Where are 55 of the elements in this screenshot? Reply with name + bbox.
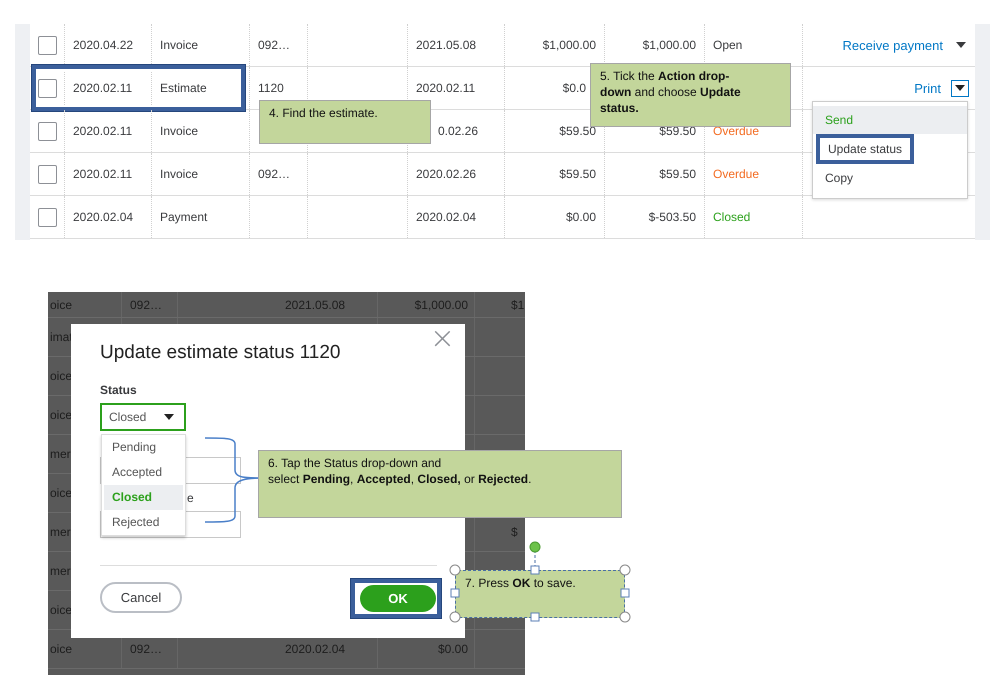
- type-cell: Invoice: [160, 38, 198, 52]
- date-cell: 2020.02.04: [73, 210, 134, 224]
- amount-cell: $1,000.00: [542, 38, 596, 52]
- callout-note: 5. Tick the Action drop-down and choose Update status.: [590, 63, 791, 127]
- amount-cell: $0.0: [562, 81, 586, 95]
- field-label: e: [187, 491, 194, 505]
- date-cell: 2020.02.11: [73, 124, 132, 138]
- table-cell: oice: [50, 369, 72, 383]
- amount-cell: $59.50: [559, 167, 596, 181]
- callout-note: 4. Find the estimate.: [259, 100, 431, 144]
- table-cell: $: [511, 525, 518, 539]
- number-cell: 1120: [258, 81, 284, 95]
- table-cell: oice: [50, 408, 72, 422]
- balance-cell: $-503.50: [648, 210, 696, 224]
- balance-cell: $59.50: [659, 124, 696, 138]
- type-cell: Invoice: [160, 124, 198, 138]
- type-cell: Invoice: [160, 167, 198, 181]
- due-date-cell: 2020.02.04: [416, 210, 476, 224]
- table-cell: oice: [50, 298, 72, 312]
- table-cell: oice: [50, 486, 72, 500]
- table-cell: mer: [50, 447, 71, 461]
- callout-note: 7. Press OK to save.: [455, 570, 625, 618]
- status-cell: Closed: [713, 210, 750, 224]
- number-cell: 092…: [258, 167, 290, 181]
- dialog-title: Update estimate status 1120: [100, 342, 340, 364]
- table-cell: oice: [50, 603, 72, 617]
- table-cell: mer: [50, 564, 71, 578]
- amount-cell: $0.00: [566, 210, 596, 224]
- table-cell: $1,000.00: [414, 298, 468, 312]
- status-cell: Overdue: [713, 167, 760, 181]
- due-date-cell: 2020.02.26: [416, 167, 476, 181]
- table-cell: $0.00: [438, 642, 468, 656]
- table-cell: 092…: [130, 298, 162, 312]
- type-cell: Payment: [160, 210, 208, 224]
- table-cell: $1,: [511, 298, 525, 312]
- amount-cell: $59.50: [559, 124, 596, 138]
- date-cell: 2020.02.11: [73, 167, 132, 181]
- due-date-cell: 2020.02.11: [416, 81, 476, 95]
- balance-cell: $59.50: [659, 167, 696, 181]
- status-cell: Overdue: [713, 124, 760, 138]
- number-cell: 092…: [258, 38, 290, 52]
- balance-cell: $1,000.00: [642, 38, 696, 52]
- due-date-cell: 2021.05.08: [416, 38, 476, 52]
- table-cell: mer: [50, 525, 71, 539]
- table-cell: 092…: [130, 642, 162, 656]
- due-date-cell: 0.02.26: [438, 124, 478, 138]
- table-cell: oice: [50, 642, 72, 656]
- type-cell: Estimate: [160, 81, 207, 95]
- date-cell: 2020.02.11: [73, 81, 132, 95]
- callout-note: 6. Tap the Status drop-down and select Pending, Accepted, Closed, or Rejected.: [258, 450, 622, 518]
- table-cell: 2021.05.08: [285, 298, 346, 312]
- status-cell: Open: [713, 38, 742, 52]
- date-cell: 2020.04.22: [73, 38, 134, 52]
- table-cell: 2020.02.04: [285, 642, 346, 656]
- field-label: Status: [100, 383, 137, 397]
